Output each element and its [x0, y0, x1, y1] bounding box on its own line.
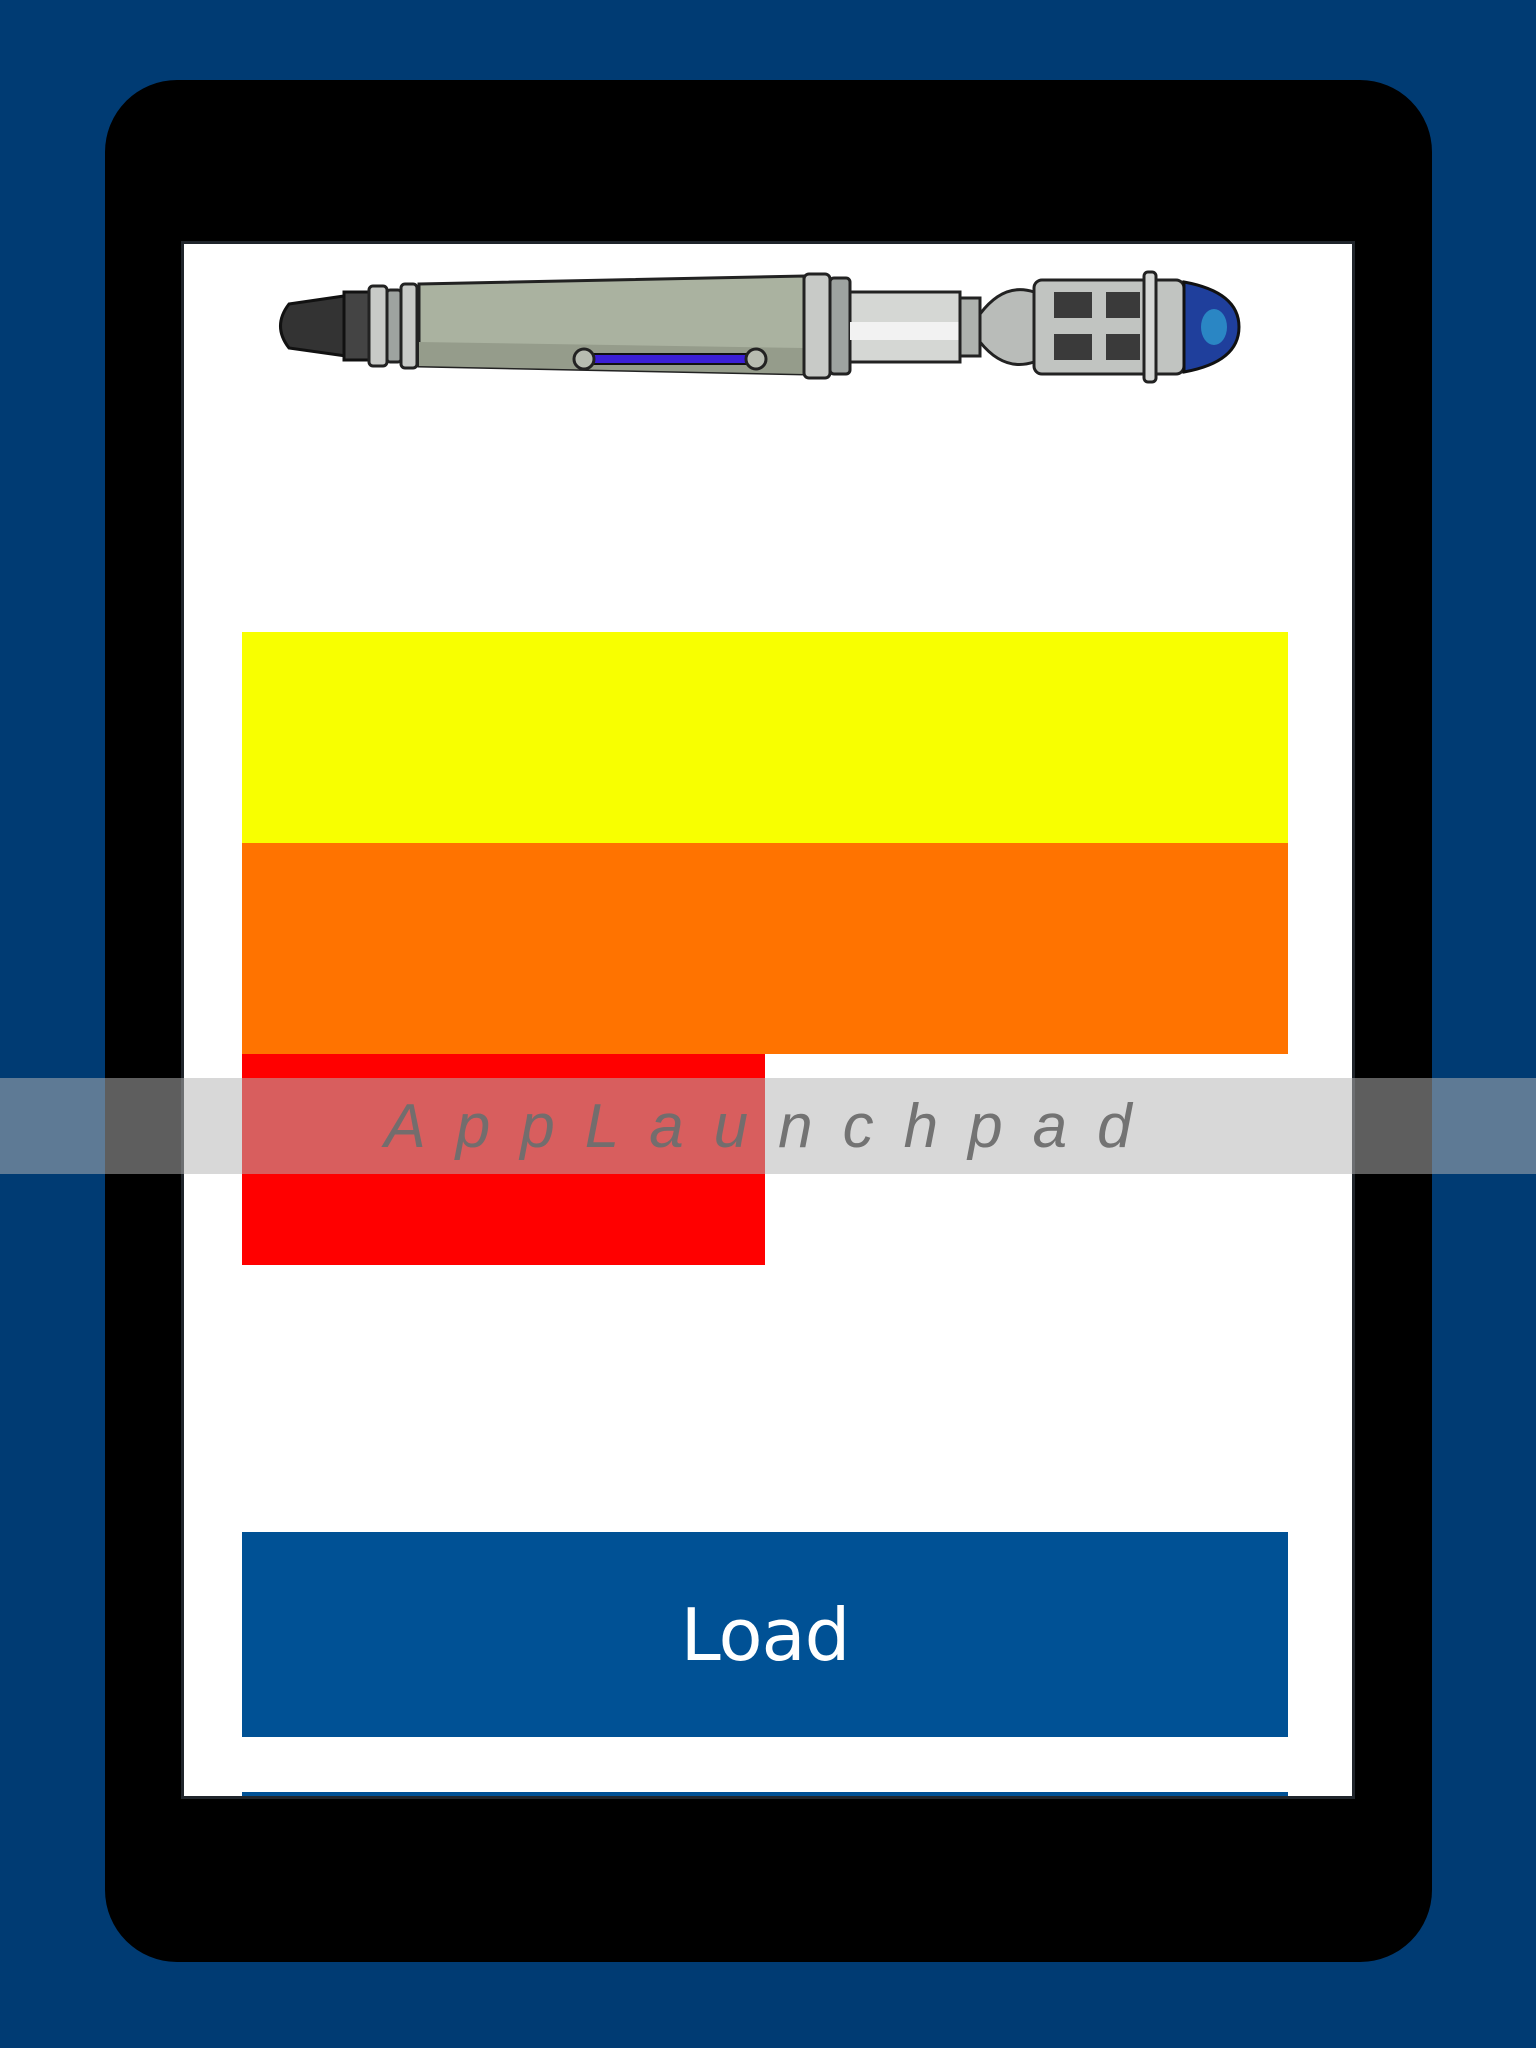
app-screen: Load — [181, 241, 1355, 1799]
orange-progress-bar — [242, 843, 1288, 1054]
yellow-progress-bar — [242, 632, 1288, 843]
next-button-partial[interactable] — [242, 1792, 1288, 1796]
sonic-screwdriver-image — [279, 270, 1241, 384]
load-button[interactable]: Load — [242, 1532, 1288, 1737]
red-progress-bar — [242, 1054, 765, 1265]
